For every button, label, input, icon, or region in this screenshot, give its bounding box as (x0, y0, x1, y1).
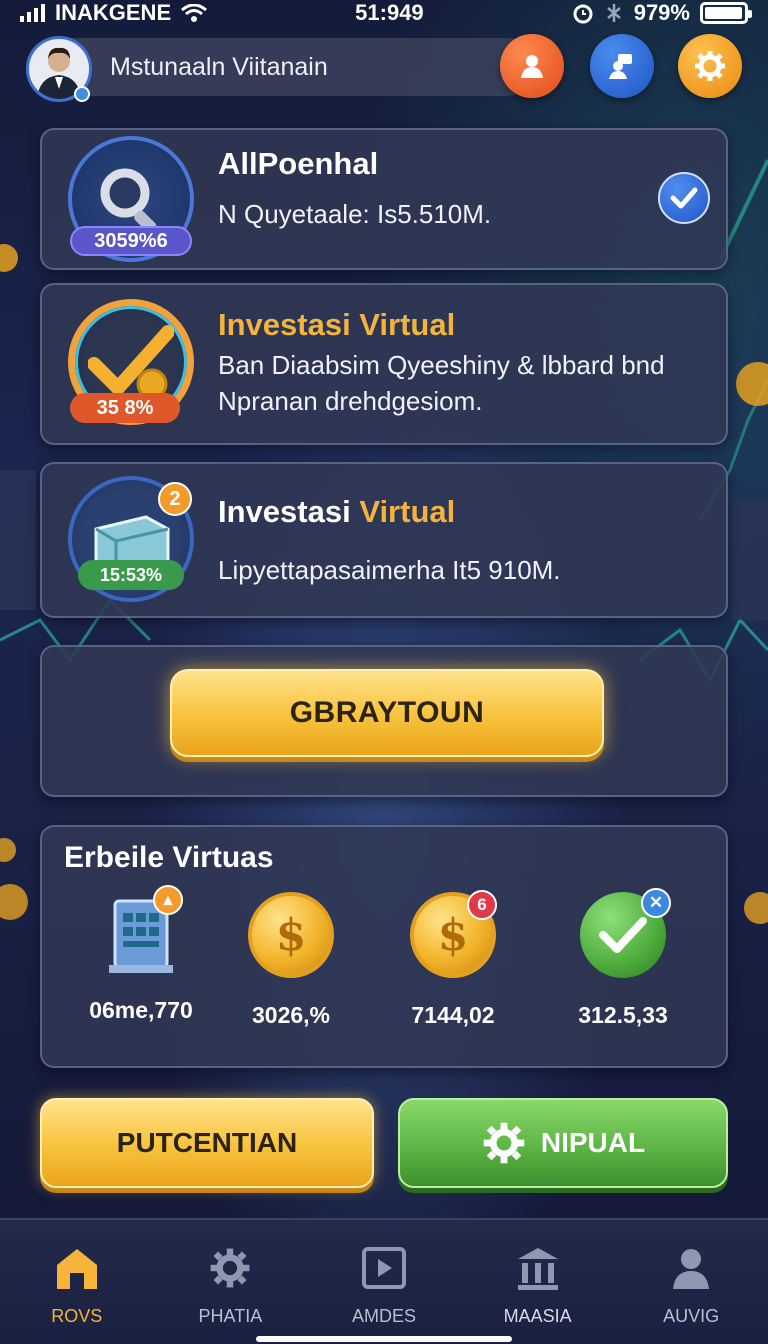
tab-bar: ROVS PHATIA AMDES MAASIA AUVIG (0, 1218, 768, 1344)
gear-icon (204, 1242, 256, 1294)
bluetooth-icon (606, 4, 621, 22)
left-action-button[interactable]: PUTCENTIAN (40, 1098, 374, 1188)
checkmark-icon (670, 187, 698, 209)
battery-icon (699, 2, 752, 24)
right-action-label: NIPUAL (540, 1127, 646, 1158)
investment-card-3[interactable]: 2 15:53% Investasi Virtual Lipyettapasai… (40, 462, 728, 618)
stat-item[interactable]: ▴ 06me,770 (56, 885, 226, 1024)
primary-action-button[interactable]: GBRAYTOUN (170, 669, 604, 757)
settings-button[interactable] (678, 34, 742, 98)
switch-account-icon (609, 54, 632, 79)
tab-bank[interactable]: MAASIA (461, 1220, 615, 1344)
tab-label: AUVIG (663, 1306, 720, 1326)
status-bar: INAKGENE 51:949 979% (0, 0, 768, 26)
stat-item[interactable]: $ 3026,% (206, 887, 376, 1029)
bank-icon (512, 1242, 564, 1294)
card-title: AllPoenhal (218, 146, 379, 181)
percent-badge: 35 8% (70, 393, 180, 423)
switch-account-button[interactable] (590, 34, 654, 98)
dollar-coin-icon: $ (243, 892, 339, 988)
building-icon: ▴ (93, 885, 189, 983)
profile-button[interactable] (500, 34, 564, 98)
home-indicator (256, 1336, 512, 1342)
header: Mstunaaln Viitanain (26, 30, 746, 104)
stats-panel: Erbeile Virtuas ▴ 06me,770 $ 3026,% $ 6 (40, 825, 728, 1068)
status-time: 51:949 (355, 0, 424, 25)
investment-card-1[interactable]: 3059%6 AllPoenhal N Quyetaale: Is5.510M. (40, 128, 728, 270)
stat-value: 3026,% (251, 1002, 330, 1028)
tab-label: PHATIA (198, 1306, 263, 1326)
stat-value: 7144,02 (411, 1002, 495, 1028)
card-title-main: Investasi (218, 494, 351, 529)
notification-badge: 2 (158, 482, 192, 516)
upload-badge-icon: ▴ (153, 885, 183, 915)
main-action-panel: GBRAYTOUN (40, 645, 728, 797)
tab-settings[interactable]: PHATIA (154, 1220, 308, 1344)
tab-media[interactable]: AMDES (307, 1220, 461, 1344)
right-action-button[interactable]: NIPUAL (398, 1098, 728, 1188)
tab-home[interactable]: ROVS (0, 1220, 154, 1344)
stats-title: Erbeile Virtuas (64, 841, 274, 874)
tools-badge-icon: ✕ (641, 888, 671, 918)
verified-badge-icon (74, 86, 90, 102)
person-icon (665, 1242, 717, 1294)
dollar-coin-icon: $ 6 (405, 890, 501, 988)
tab-label: ROVS (51, 1306, 103, 1326)
tab-profile[interactable]: AUVIG (614, 1220, 768, 1344)
user-name: Mstunaaln Viitanain (110, 52, 328, 81)
notification-badge: 6 (467, 890, 497, 920)
gear-icon (483, 1122, 525, 1164)
tab-label: AMDES (351, 1306, 416, 1326)
stat-value: 06me,770 (89, 997, 193, 1023)
percent-badge: 3059%6 (70, 226, 192, 256)
card-title: Investasi Virtual (218, 494, 455, 530)
home-icon (51, 1242, 103, 1294)
card-title-accent: Virtual (359, 494, 456, 529)
percent-badge: 15:53% (78, 560, 184, 590)
card-description: N Quyetaale: Is5.510M. (218, 199, 492, 229)
alarm-icon (573, 4, 593, 24)
stat-item[interactable]: ✕ 312.5,33 (538, 887, 708, 1029)
user-profile-pill[interactable]: Mstunaaln Viitanain (26, 36, 536, 102)
select-checkbox[interactable] (658, 172, 710, 224)
card-description: Lipyettapasaimerha It5 910M. (218, 555, 561, 585)
card-title: Investasi Virtual (218, 307, 456, 342)
investment-card-2[interactable]: 35 8% Investasi Virtual Ban Diaabsim Qye… (40, 283, 728, 445)
gear-icon (695, 51, 725, 81)
stat-value: 312.5,33 (578, 1002, 668, 1028)
stat-item[interactable]: $ 6 7144,02 (368, 887, 538, 1029)
battery-level (704, 7, 742, 19)
profile-icon (521, 55, 543, 78)
wifi-icon (181, 4, 208, 22)
carrier-name: INAKGENE (55, 0, 172, 25)
play-icon (358, 1242, 410, 1294)
battery-percent: 979% (633, 0, 690, 25)
card-description: Ban Diaabsim Qyeeshiny & lbbard bnd Npra… (218, 350, 665, 416)
tab-label: MAASIA (503, 1306, 572, 1326)
green-check-icon: ✕ (575, 888, 671, 988)
signal-icon (20, 4, 45, 22)
